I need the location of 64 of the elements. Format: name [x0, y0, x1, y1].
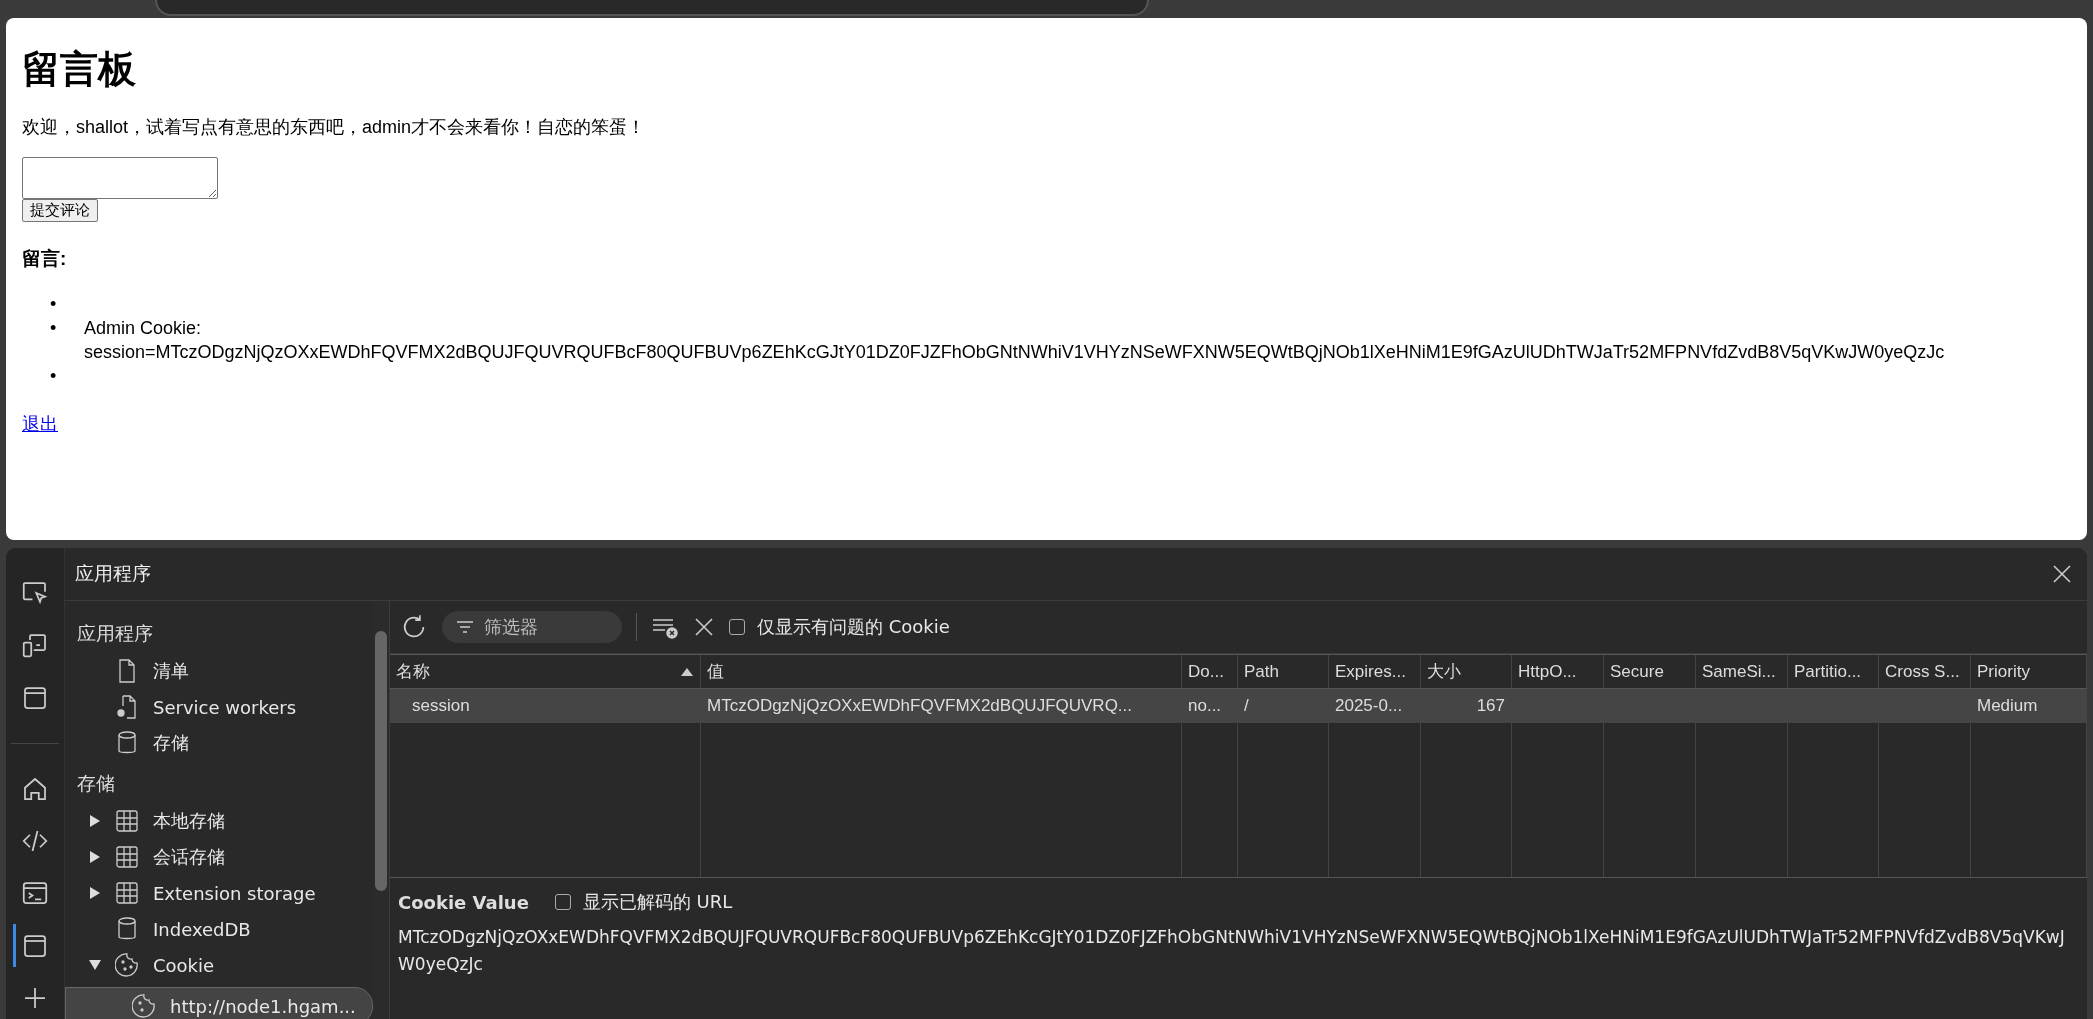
messages-heading: 留言: [22, 247, 68, 271]
column-header[interactable]: Expires... [1329, 655, 1421, 689]
table-cell: MTczODgzNjQzOXxEWDhFQVFMX2dBQUJFQUVRQ... [701, 689, 1182, 723]
sidebar-item[interactable]: http://node1.hgam... [65, 987, 373, 1019]
checkbox[interactable] [554, 894, 571, 910]
sidebar-item[interactable]: 会话存储 [65, 839, 373, 875]
sidebar-item[interactable]: 存储 [65, 725, 373, 761]
sort-arrow-icon [680, 666, 694, 677]
checkbox-label: 仅显示有问题的 Cookie [757, 615, 950, 639]
section-heading: 存储 [76, 771, 116, 796]
database-icon [115, 730, 139, 756]
column-header[interactable]: Priority [1971, 655, 2087, 689]
sidebar-item[interactable]: Service workers [65, 689, 373, 725]
grid-icon [115, 844, 139, 870]
list-bullet: • [50, 293, 58, 316]
grid-icon [115, 880, 139, 906]
section-heading: 应用程序 [76, 621, 154, 646]
database-icon [115, 916, 139, 942]
list-bullet: • [50, 365, 58, 388]
logout-link[interactable]: 退出 [22, 414, 58, 434]
sidebar-item[interactable]: 本地存储 [65, 803, 373, 839]
cookie-value-text: MTczODgzNjQzOXxEWDhFQVFMX2dBQUJFQUVRQUFBcF80QUFBUVp6ZEhKcGJtY01DZ0FJZFhObGNtNWhiV1VHYzNSeWFXNW5EQWtBQjNOb1lXeHNiM1E9fGAzUlUDhTWJaTr52MFPNVfdZvdB8V5qVKwJW0yeQzJc [398, 926, 2066, 976]
sidebar-item[interactable]: Cookie [65, 947, 373, 983]
table-cell: Medium [1971, 689, 2087, 723]
column-header[interactable]: Secure [1604, 655, 1696, 689]
submit-button[interactable]: 提交评论 [22, 199, 98, 222]
column-header[interactable]: 值 [701, 655, 1182, 689]
column-header[interactable]: Path [1238, 655, 1329, 689]
table-cell: 2025-0... [1329, 689, 1421, 723]
cookie-icon [132, 993, 156, 1019]
message-text: Admin Cookie: session=MTczODgzNjQzOXxEWDhFQVFMX2dBQUJFQUVRQUFBcF80QUFBUVp6ZEhKcGJtY01DZ0FJZFhObGNtNWhiV1VHYzNSeWFXNW5EQWtBQjNOb1lXeHNiM1E9fGAzUlUDhTWJaTr52MFPNVfdZvdB8V5qVKwJW0yeQzJc [84, 317, 1945, 364]
panel-title: 应用程序 [75, 561, 151, 586]
sidebar-item[interactable]: 清单 [65, 653, 373, 689]
table-cell: session [390, 689, 701, 723]
column-header[interactable]: Do... [1182, 655, 1238, 689]
column-header[interactable]: Cross S... [1879, 655, 1971, 689]
cookie-icon [115, 952, 139, 978]
close-icon[interactable] [2051, 563, 2073, 585]
table-cell: no... [1182, 689, 1238, 723]
column-header[interactable]: SameSi... [1696, 655, 1788, 689]
table-cell: / [1238, 689, 1329, 723]
column-header[interactable]: 名称 [390, 655, 701, 689]
filter-icon [456, 620, 474, 634]
comment-field[interactable] [22, 157, 218, 199]
welcome-text: 欢迎，shallot，试着写点有意思的东西吧，admin才不会来看你！自恋的笨蛋！ [22, 116, 647, 139]
clear-icon[interactable] [693, 616, 715, 638]
expand-arrow-icon[interactable] [89, 814, 101, 828]
filter-field[interactable]: 筛选器 [442, 611, 622, 643]
checkbox[interactable] [729, 619, 745, 635]
checkbox-label: 显示已解码的 URL [582, 890, 733, 914]
sidebar-item[interactable]: Extension storage [65, 875, 373, 911]
page-title: 留言板 [22, 47, 137, 92]
collapse-arrow-icon[interactable] [88, 959, 102, 971]
column-header[interactable]: HttpO... [1512, 655, 1604, 689]
expand-arrow-icon[interactable] [89, 886, 101, 900]
column-header[interactable]: 大小 [1421, 655, 1512, 689]
grid-icon [115, 808, 139, 834]
cookie-value-heading: Cookie Value [398, 891, 529, 913]
expand-arrow-icon[interactable] [89, 850, 101, 864]
list-bullet: • [50, 317, 58, 340]
sidebar-item[interactable]: IndexedDB [65, 911, 373, 947]
gear-file-icon [115, 694, 139, 720]
column-header[interactable]: Partitio... [1788, 655, 1879, 689]
table-cell: 167 [1421, 689, 1512, 723]
